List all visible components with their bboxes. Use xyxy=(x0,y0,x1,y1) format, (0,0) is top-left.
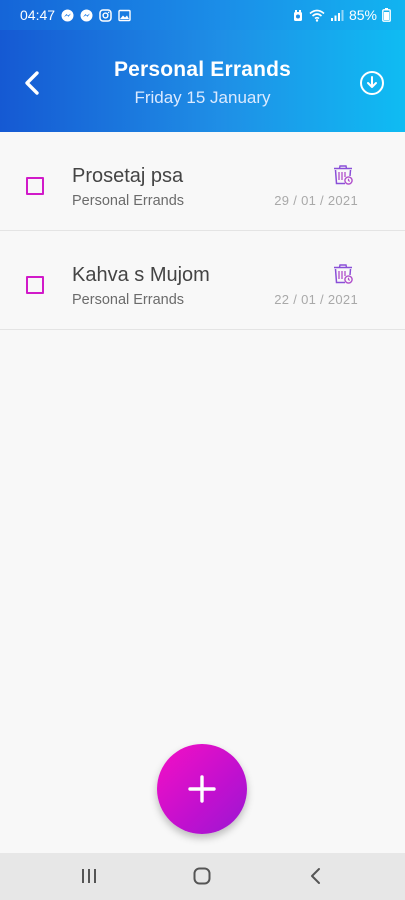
task-title: Kahva s Mujom xyxy=(72,264,210,286)
recents-icon xyxy=(82,869,96,883)
status-bar: 04:47 85% xyxy=(0,0,405,30)
task-date: 22 / 01 / 2021 xyxy=(274,292,358,307)
recents-button[interactable] xyxy=(80,867,98,890)
download-button[interactable] xyxy=(359,70,385,96)
page-subtitle: Friday 15 January xyxy=(134,88,271,107)
delete-icon xyxy=(334,264,353,284)
task-checkbox[interactable] xyxy=(26,177,44,195)
gallery-icon xyxy=(118,9,131,22)
system-nav-bar xyxy=(0,853,405,900)
add-task-button[interactable] xyxy=(157,744,247,834)
task-row[interactable]: Prosetaj psa Personal Errands 29 / 01 / … xyxy=(0,132,405,231)
status-left: 04:47 xyxy=(20,7,131,23)
delete-button[interactable] xyxy=(332,263,354,285)
download-icon xyxy=(360,71,384,95)
task-date: 29 / 01 / 2021 xyxy=(274,193,358,208)
status-time: 04:47 xyxy=(20,7,56,23)
battery-percentage: 85% xyxy=(348,7,377,23)
alarm-icon xyxy=(292,9,304,22)
task-checkbox[interactable] xyxy=(26,276,44,294)
wifi-icon xyxy=(309,9,325,22)
instagram-icon xyxy=(99,8,112,22)
delete-button[interactable] xyxy=(332,164,354,186)
task-category: Personal Errands xyxy=(72,292,185,308)
home-icon xyxy=(193,867,211,885)
messenger-icon xyxy=(80,9,93,22)
nav-back-button[interactable] xyxy=(307,867,325,890)
home-button[interactable] xyxy=(193,867,211,890)
delete-icon xyxy=(334,165,353,185)
task-category: Personal Errands xyxy=(72,193,185,209)
task-row[interactable]: Kahva s Mujom Personal Errands 22 / 01 /… xyxy=(0,231,405,330)
messenger-icon xyxy=(61,9,74,22)
back-icon xyxy=(311,868,320,884)
battery-icon xyxy=(382,8,391,22)
status-right: 85% xyxy=(292,7,391,23)
signal-icon xyxy=(330,9,344,22)
task-title: Prosetaj psa xyxy=(72,165,184,187)
plus-icon xyxy=(188,775,216,803)
task-list: Prosetaj psa Personal Errands 29 / 01 / … xyxy=(0,132,405,330)
app-header: Personal Errands Friday 15 January xyxy=(0,30,405,132)
page-title: Personal Errands xyxy=(113,58,292,81)
